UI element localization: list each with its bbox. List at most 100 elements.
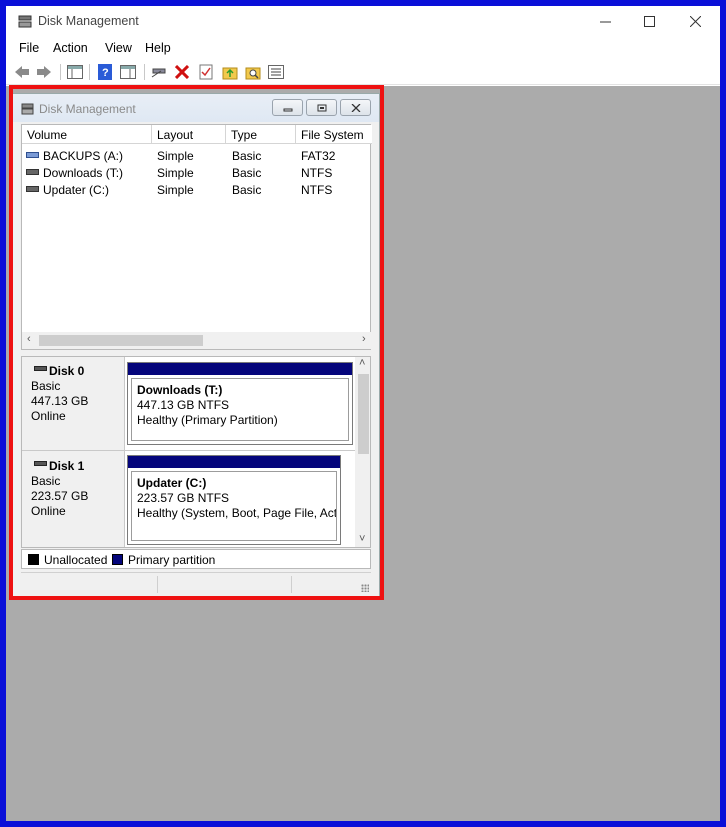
child-minimize-button[interactable] xyxy=(272,99,303,116)
delete-button[interactable] xyxy=(173,63,191,81)
scroll-down-icon[interactable]: ˅ xyxy=(359,533,365,545)
close-icon xyxy=(351,103,360,112)
table-row[interactable]: Updater (C:) Simple Basic NTFS xyxy=(22,181,372,198)
help-button[interactable]: ? xyxy=(96,63,114,81)
volume-name: Downloads (T:) xyxy=(43,166,124,180)
forward-button[interactable] xyxy=(35,63,53,81)
child-close-button[interactable] xyxy=(340,99,371,116)
menu-bar: File Action View Help xyxy=(6,37,720,59)
primary-partition-swatch xyxy=(112,554,123,565)
menu-action[interactable]: Action xyxy=(53,41,88,55)
folder-up-button[interactable] xyxy=(221,63,239,81)
disk-size: 447.13 GB xyxy=(31,394,89,408)
disk-management-child-window: Disk Management Volume Layout Type File … xyxy=(12,93,380,599)
drive-icon xyxy=(26,169,39,175)
volume-list: Volume Layout Type File System BACKUPS (… xyxy=(21,124,372,350)
child-title-bar[interactable]: Disk Management xyxy=(13,94,379,122)
disk-management-app-icon xyxy=(21,103,34,115)
show-hide-console-tree-button[interactable] xyxy=(66,63,84,81)
folder-up-icon xyxy=(222,67,238,80)
partition-downloads[interactable]: Downloads (T:) 447.13 GB NTFS Healthy (P… xyxy=(127,362,353,445)
scrollbar-thumb[interactable] xyxy=(39,335,203,346)
check-button[interactable] xyxy=(197,63,215,81)
properties-icon xyxy=(120,65,136,79)
partition-details: Updater (C:) 223.57 GB NTFS Healthy (Sys… xyxy=(131,471,337,541)
settings-list-icon xyxy=(268,65,284,79)
properties-button[interactable] xyxy=(119,63,137,81)
table-row[interactable]: Downloads (T:) Simple Basic NTFS xyxy=(22,164,372,181)
connect-disk-button[interactable] xyxy=(150,63,168,81)
scroll-up-icon[interactable]: ˄ xyxy=(359,357,365,369)
vertical-scrollbar[interactable]: ˄ ˅ xyxy=(355,357,370,547)
disk-management-window: Disk Management File Action View Help ? xyxy=(6,6,720,821)
forward-icon xyxy=(37,66,51,78)
toolbar-separator xyxy=(144,64,145,80)
disk-size: 223.57 GB xyxy=(31,489,89,503)
column-header-file-system[interactable]: File System xyxy=(296,125,372,144)
primary-partition-bar xyxy=(128,363,352,375)
restore-icon xyxy=(317,104,326,111)
primary-partition-bar xyxy=(128,456,340,468)
minimize-button[interactable] xyxy=(582,6,628,36)
partition-health: Healthy (Primary Partition) xyxy=(137,413,278,427)
disk-0-label[interactable]: Disk 0 Basic 447.13 GB Online xyxy=(22,357,125,450)
disk-kind: Basic xyxy=(31,474,61,488)
resize-grip-icon[interactable] xyxy=(361,584,369,592)
disk-1-label[interactable]: Disk 1 Basic 223.57 GB Online xyxy=(22,451,125,547)
volume-layout: Simple xyxy=(157,183,194,197)
search-folder-button[interactable] xyxy=(244,63,262,81)
partition-size: 223.57 GB NTFS xyxy=(137,491,230,505)
legend-unallocated: Unallocated xyxy=(44,553,108,567)
minimize-icon xyxy=(599,21,611,22)
delete-icon xyxy=(175,65,189,79)
volume-file-system: FAT32 xyxy=(301,149,336,163)
volume-layout: Simple xyxy=(157,149,194,163)
close-button[interactable] xyxy=(672,6,718,36)
toolbar: ? xyxy=(6,59,720,85)
child-restore-button[interactable] xyxy=(306,99,337,116)
partition-health: Healthy (System, Boot, Page File, Activ xyxy=(137,506,337,520)
table-row[interactable]: BACKUPS (A:) Simple Basic FAT32 xyxy=(22,147,372,164)
scroll-right-icon[interactable]: › xyxy=(362,333,366,345)
partition-name: Updater (C:) xyxy=(137,476,207,490)
partition-name: Downloads (T:) xyxy=(137,383,223,397)
scrollbar-thumb[interactable] xyxy=(358,374,369,454)
status-cell xyxy=(21,576,158,593)
disk-kind: Basic xyxy=(31,379,61,393)
child-window-title: Disk Management xyxy=(39,102,136,116)
column-header-layout[interactable]: Layout xyxy=(152,125,226,144)
disk-name: Disk 1 xyxy=(49,459,85,473)
check-icon xyxy=(199,64,213,80)
volume-file-system: NTFS xyxy=(301,166,333,180)
settings-list-button[interactable] xyxy=(267,63,285,81)
unallocated-swatch xyxy=(28,554,39,565)
toolbar-separator xyxy=(89,64,90,80)
legend-primary: Primary partition xyxy=(128,553,216,567)
scroll-left-icon[interactable]: ‹ xyxy=(27,333,31,345)
title-bar[interactable]: Disk Management xyxy=(6,6,720,37)
back-button[interactable] xyxy=(13,63,31,81)
partition-updater[interactable]: Updater (C:) 223.57 GB NTFS Healthy (Sys… xyxy=(127,455,341,545)
disk-name: Disk 0 xyxy=(49,364,85,378)
back-icon xyxy=(15,66,29,78)
disk-icon xyxy=(34,366,47,371)
horizontal-scrollbar[interactable]: ‹ › xyxy=(22,332,372,349)
volume-name: Updater (C:) xyxy=(43,183,110,197)
status-bar xyxy=(21,572,371,594)
volume-type: Basic xyxy=(232,166,262,180)
partition-size: 447.13 GB NTFS xyxy=(137,398,230,412)
column-header-type[interactable]: Type xyxy=(226,125,296,144)
status-cell xyxy=(158,576,292,593)
window-title: Disk Management xyxy=(38,14,139,28)
column-header-volume[interactable]: Volume xyxy=(22,125,152,144)
disk-icon xyxy=(34,461,47,466)
drive-icon xyxy=(26,186,39,192)
volume-name: BACKUPS (A:) xyxy=(43,149,124,163)
help-icon: ? xyxy=(98,64,112,80)
drive-icon xyxy=(26,152,39,158)
maximize-button[interactable] xyxy=(626,6,672,36)
menu-file[interactable]: File xyxy=(19,41,39,55)
menu-help[interactable]: Help xyxy=(145,41,171,55)
menu-view[interactable]: View xyxy=(105,41,132,55)
toolbar-separator xyxy=(60,64,61,80)
